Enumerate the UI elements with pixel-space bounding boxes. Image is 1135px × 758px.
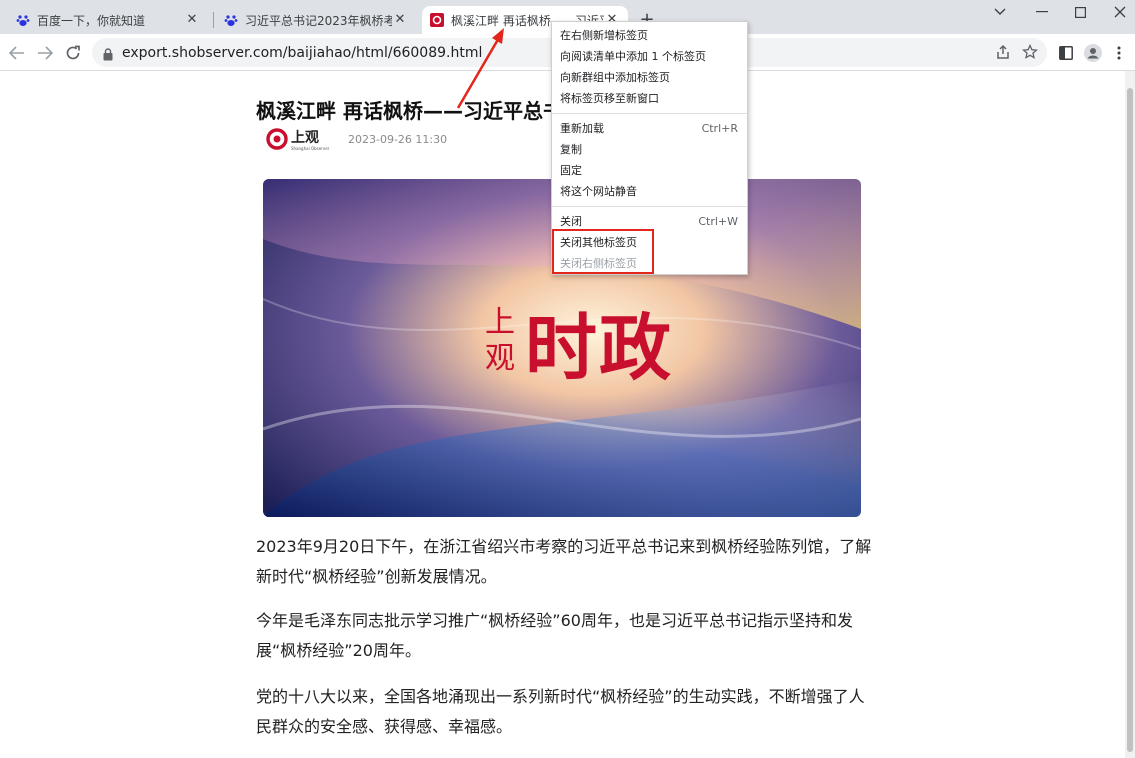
tab-title: 百度一下，你就知道 xyxy=(37,13,146,28)
tab-search-chevron-icon[interactable] xyxy=(980,0,1020,24)
more-menu-icon[interactable] xyxy=(1106,40,1132,66)
scrollbar-thumb[interactable] xyxy=(1127,88,1133,752)
url-text: export.shobserver.com/baijiahao/html/660… xyxy=(122,45,483,61)
article-paragraph: 今年是毛泽东同志批示学习推广“枫桥经验”60周年，也是习近平总书记指示坚持和发展… xyxy=(256,611,853,660)
lock-icon[interactable] xyxy=(103,46,113,65)
tab-close-icon[interactable]: ✕ xyxy=(392,12,408,28)
menu-item-label: 复制 xyxy=(560,143,582,156)
menu-pin[interactable]: 固定 xyxy=(552,160,747,181)
menu-add-to-new-group[interactable]: 向新群组中添加标签页 xyxy=(552,67,747,88)
baidu-paw-icon xyxy=(16,13,30,27)
source-logo-subtext: Shanghai Observer xyxy=(291,146,330,151)
tab-xi-kaocha[interactable]: 习近平总书记2023年枫桥考察纪 ✕ xyxy=(216,6,416,34)
menu-item-label: 关闭 xyxy=(560,215,582,228)
publish-date: 2023-09-26 11:30 xyxy=(348,133,448,146)
profile-avatar-icon[interactable] xyxy=(1080,40,1106,66)
baidu-paw-icon xyxy=(224,13,238,27)
menu-item-label: 在右侧新增标签页 xyxy=(560,29,648,42)
menu-shortcut: Ctrl+W xyxy=(698,215,738,228)
article-paragraph: 2023年9月20日下午，在浙江省绍兴市考察的习近平总书记来到枫桥经验陈列馆，了… xyxy=(256,537,872,586)
forward-arrow-icon[interactable] xyxy=(32,40,58,66)
menu-separator xyxy=(552,206,747,207)
tab-divider xyxy=(213,12,214,28)
tab-close-icon[interactable]: ✕ xyxy=(184,12,200,28)
menu-item-label: 向阅读清单中添加 1 个标签页 xyxy=(560,50,706,63)
menu-reload[interactable]: 重新加载 Ctrl+R xyxy=(552,118,747,139)
highlight-box xyxy=(552,229,654,274)
menu-item-label: 将标签页移至新窗口 xyxy=(560,92,659,105)
tab-title: 习近平总书记2023年枫桥考察纪 xyxy=(245,13,392,28)
menu-separator xyxy=(552,113,747,114)
menu-new-tab-right[interactable]: 在右侧新增标签页 xyxy=(552,25,747,46)
menu-item-label: 重新加载 xyxy=(560,122,604,135)
menu-item-label: 将这个网站静音 xyxy=(560,185,637,198)
source-logo-text: 上观 xyxy=(291,130,319,146)
article-paragraph: 党的十八大以来，全国各地涌现出一系列新时代“枫桥经验”的生动实践，不断增强了人民… xyxy=(256,687,865,736)
source-logo[interactable]: 上观 Shanghai Observer xyxy=(266,127,329,153)
menu-item-label: 固定 xyxy=(560,164,582,177)
bookmark-star-icon[interactable] xyxy=(1021,43,1039,64)
menu-duplicate[interactable]: 复制 xyxy=(552,139,747,160)
side-panel-icon[interactable] xyxy=(1053,40,1079,66)
annotation-arrow-icon xyxy=(456,28,504,109)
menu-shortcut: Ctrl+R xyxy=(701,122,738,135)
close-window-icon[interactable] xyxy=(1100,0,1135,24)
menu-add-to-reading-list[interactable]: 向阅读清单中添加 1 个标签页 xyxy=(552,46,747,67)
share-icon[interactable] xyxy=(995,44,1011,64)
back-arrow-icon[interactable] xyxy=(4,40,30,66)
menu-move-to-new-window[interactable]: 将标签页移至新窗口 xyxy=(552,88,747,109)
hero-big-text: 时政 xyxy=(525,306,674,390)
tab-baidu[interactable]: 百度一下，你就知道 ✕ xyxy=(8,6,208,34)
menu-mute-site[interactable]: 将这个网站静音 xyxy=(552,181,747,202)
maximize-icon[interactable] xyxy=(1060,0,1100,24)
minimize-icon[interactable] xyxy=(1022,0,1062,24)
reload-icon[interactable] xyxy=(60,40,86,66)
hero-small-text-bottom: 观 xyxy=(485,341,515,376)
menu-item-label: 向新群组中添加标签页 xyxy=(560,71,670,84)
